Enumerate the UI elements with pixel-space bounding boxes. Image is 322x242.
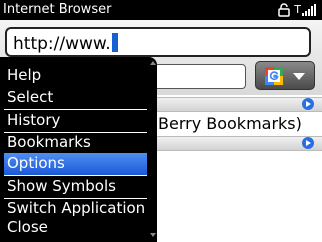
- menu-item-show-symbols[interactable]: Show Symbols: [4, 176, 147, 198]
- signal-label: T: [294, 3, 301, 16]
- list-item[interactable]: Berry Bookmarks): [158, 114, 302, 134]
- menu-item-bookmarks[interactable]: Bookmarks: [4, 132, 147, 154]
- google-icon: [265, 67, 283, 85]
- address-bar[interactable]: http://www.: [5, 27, 311, 57]
- menu-item-history[interactable]: History: [4, 110, 147, 132]
- text-cursor: [111, 33, 118, 52]
- context-menu: Help Select History Bookmarks Options Sh…: [0, 57, 157, 242]
- app-title: Internet Browser: [3, 2, 112, 17]
- scroll-up-icon: [150, 61, 156, 65]
- menu-item-help[interactable]: Help: [4, 65, 147, 87]
- chevron-down-icon: [293, 73, 305, 80]
- address-text-wrap: http://www.: [13, 33, 118, 54]
- title-bar: Internet Browser T: [0, 0, 322, 20]
- arrow-right-circle-icon[interactable]: [302, 98, 314, 110]
- menu-item-close[interactable]: Close: [4, 217, 147, 239]
- scroll-down-icon: [150, 233, 156, 237]
- search-input[interactable]: [150, 64, 246, 89]
- arrow-right-circle-icon[interactable]: [302, 137, 314, 149]
- menu-item-select[interactable]: Select: [4, 87, 147, 109]
- signal-icon: T: [294, 4, 316, 16]
- address-value: http://www.: [13, 34, 111, 54]
- lock-icon: [278, 3, 291, 17]
- search-engine-button[interactable]: [255, 61, 315, 90]
- status-icons: T: [278, 2, 316, 18]
- menu-item-options[interactable]: Options: [4, 153, 147, 175]
